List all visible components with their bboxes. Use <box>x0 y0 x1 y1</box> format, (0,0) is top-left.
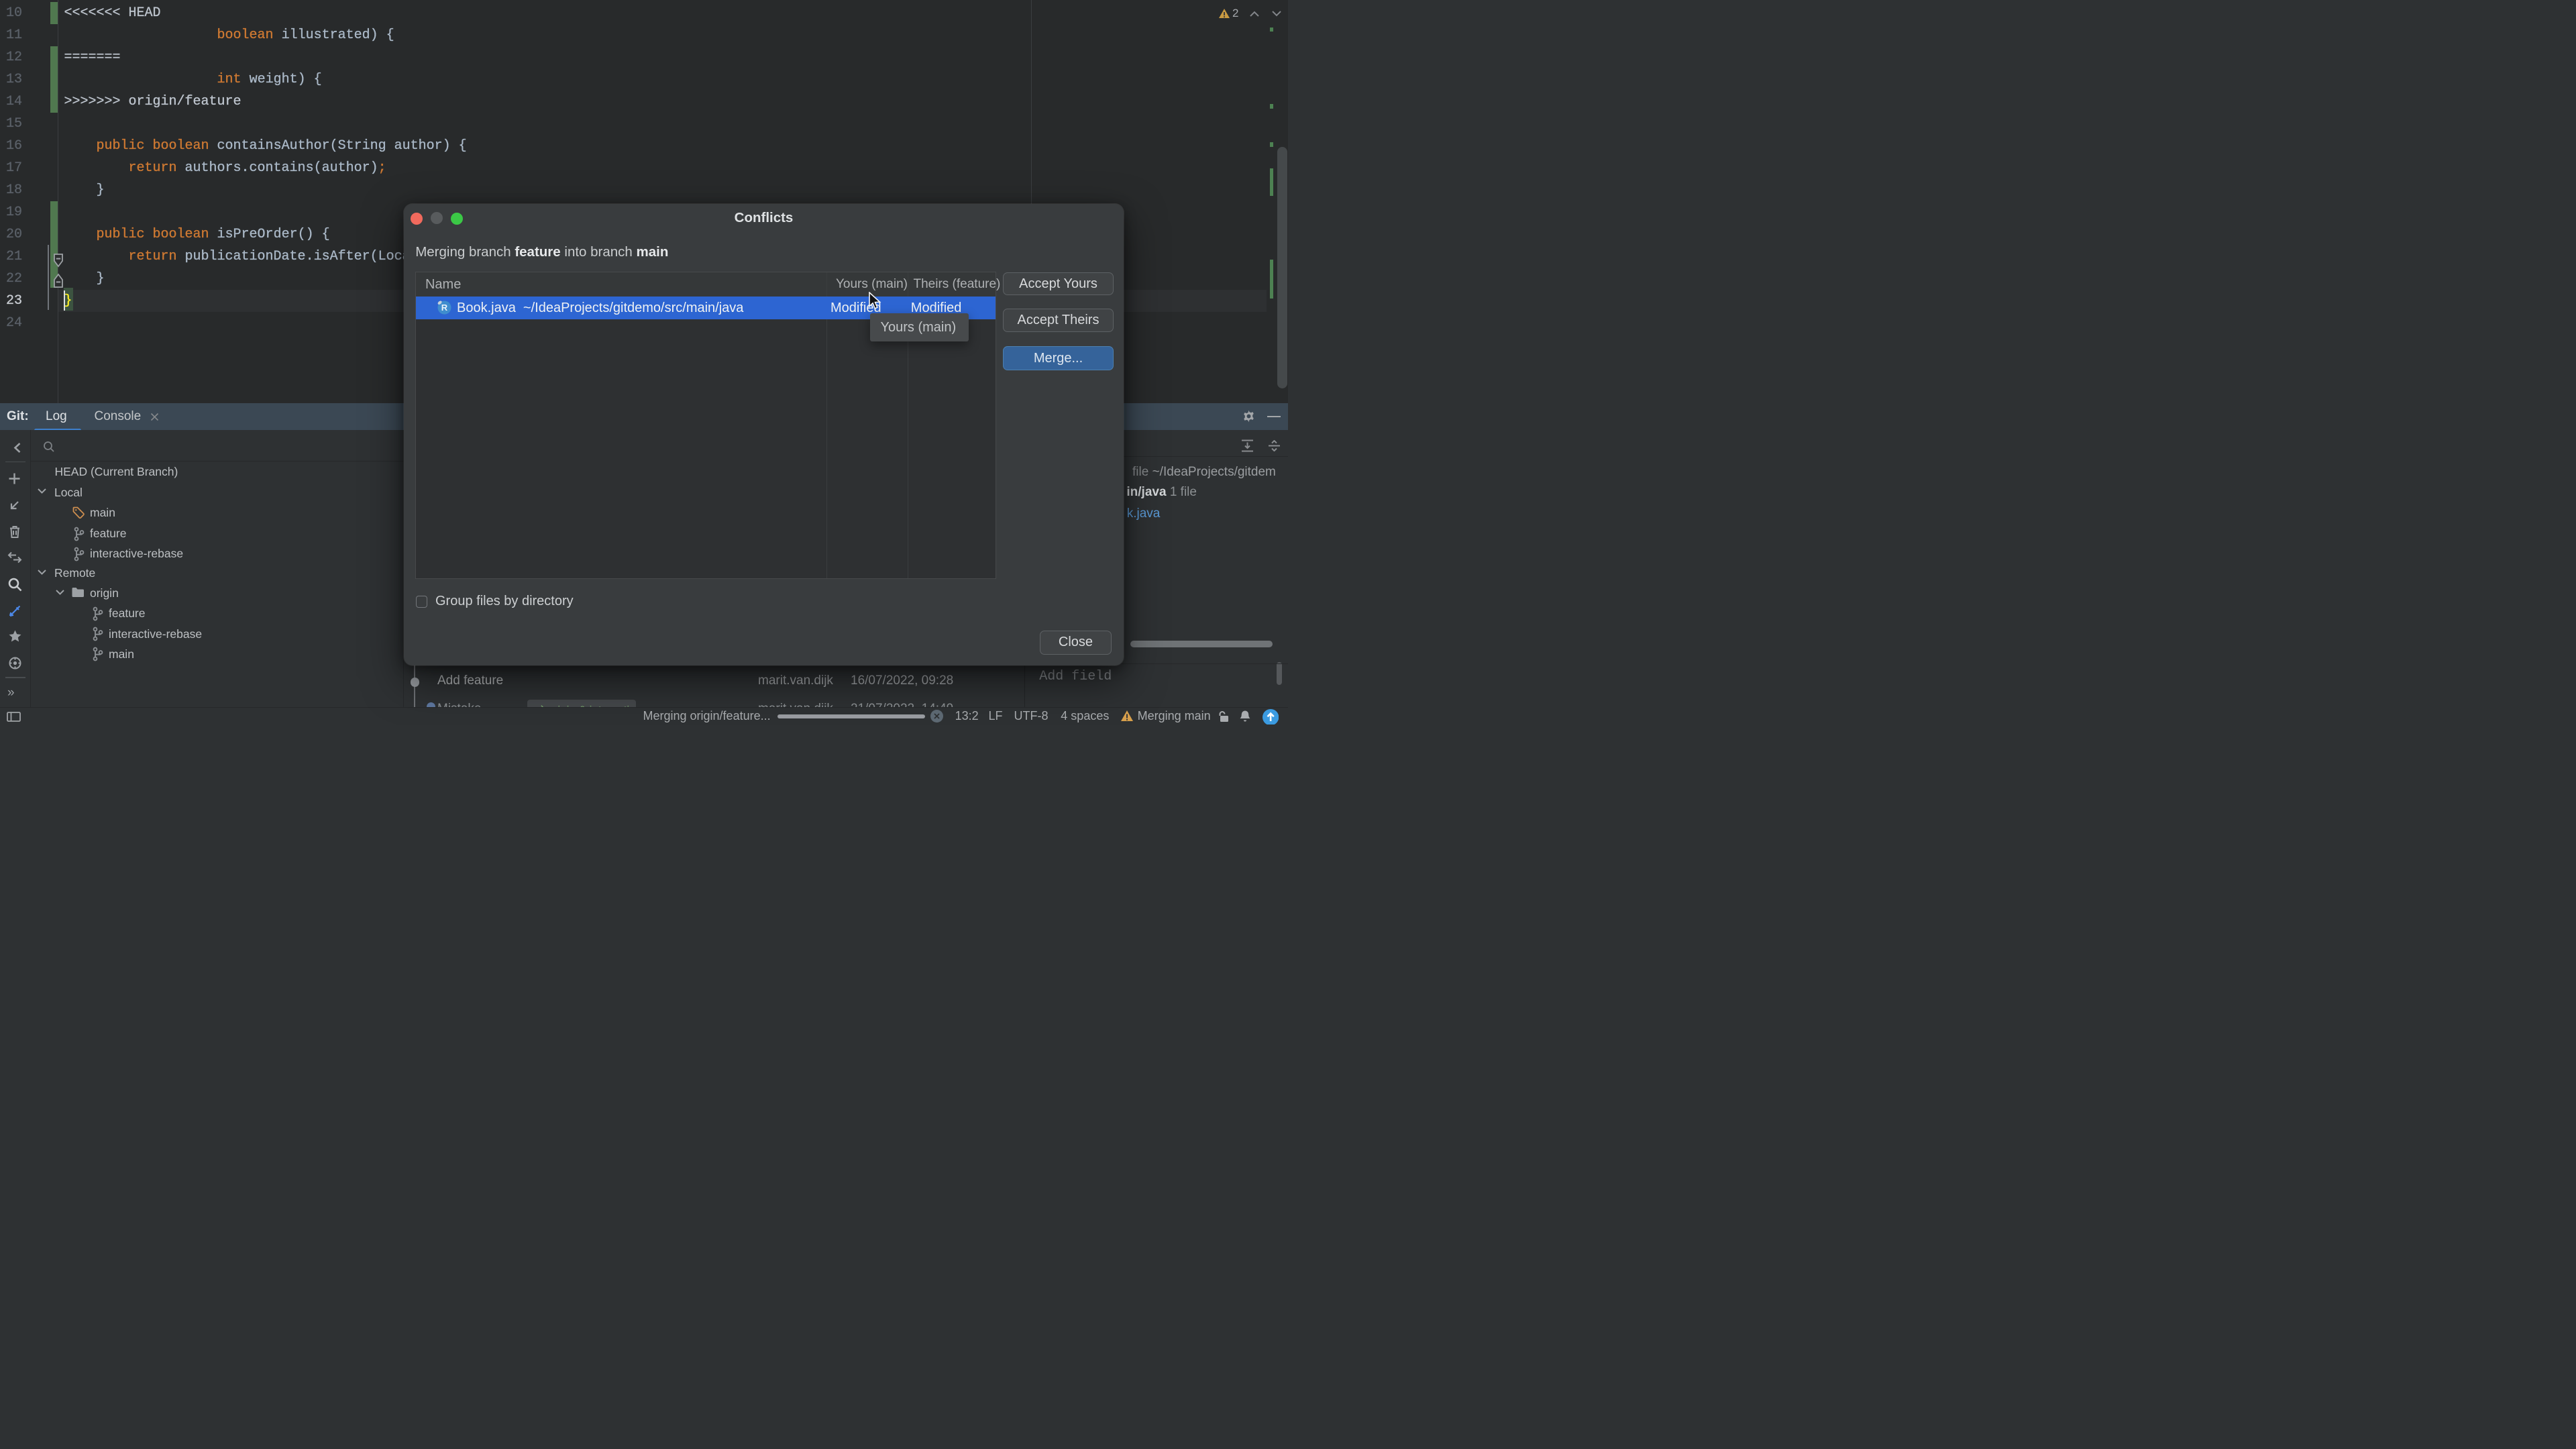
svg-text:R: R <box>441 303 448 313</box>
